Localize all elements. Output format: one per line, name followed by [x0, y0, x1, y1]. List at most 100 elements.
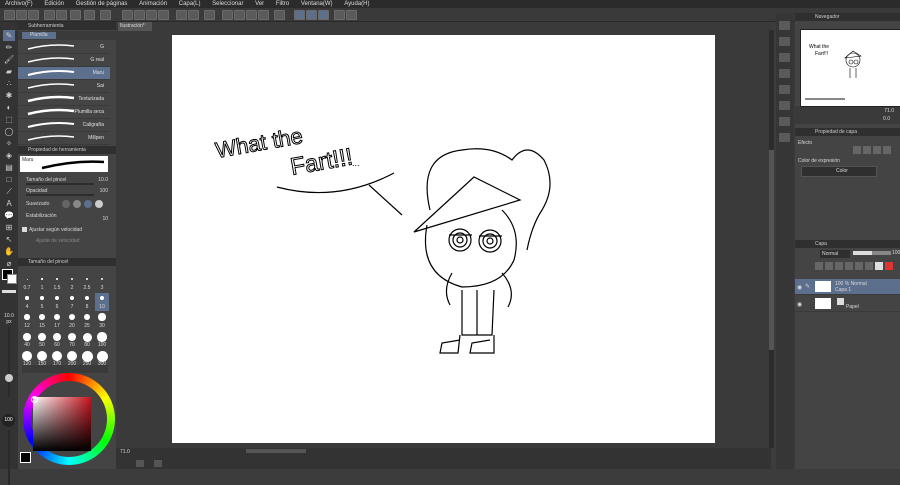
- layer-tool-button[interactable]: [845, 262, 853, 270]
- export-icon[interactable]: [44, 10, 55, 20]
- grid-toggle-icon[interactable]: [346, 10, 357, 20]
- layer-tool-button[interactable]: [875, 262, 883, 270]
- blend-tool-icon[interactable]: ◐: [3, 102, 15, 113]
- material-icon[interactable]: [779, 133, 790, 142]
- transform-icon[interactable]: [204, 10, 215, 20]
- brush-size-cell[interactable]: 4: [20, 293, 34, 311]
- layer-opacity-slider[interactable]: [853, 251, 891, 255]
- material-icon[interactable]: [779, 69, 790, 78]
- size-slider-track[interactable]: [8, 327, 10, 397]
- open-file-icon[interactable]: [16, 10, 27, 20]
- canvas-document[interactable]: What the Fart!!! ...: [172, 35, 715, 443]
- brush-size-cell[interactable]: 1: [35, 274, 49, 292]
- brush-size-row[interactable]: Tamaño del pincel 10.0: [18, 175, 116, 186]
- brush-item[interactable]: G: [18, 41, 110, 54]
- stabilization-row[interactable]: Estabilización 10: [18, 211, 116, 222]
- menu-window[interactable]: Ventana(W): [296, 0, 338, 8]
- effect-button[interactable]: [873, 146, 881, 154]
- brush-size-cell[interactable]: 12: [20, 312, 34, 330]
- brush-size-cell[interactable]: 8: [80, 293, 94, 311]
- transparent-color-icon[interactable]: [2, 290, 16, 293]
- invert-selection-icon[interactable]: [246, 10, 257, 20]
- opacity-row[interactable]: Opacidad 100: [18, 186, 116, 197]
- navigator-thumbnail[interactable]: What the Fart!!!: [800, 29, 900, 107]
- navigator-zoom[interactable]: 71.0: [884, 108, 894, 114]
- delete-layer-button[interactable]: [885, 262, 893, 270]
- effect-button[interactable]: [863, 146, 871, 154]
- layer-opacity-value[interactable]: 100: [892, 250, 900, 256]
- navigator-angle[interactable]: 0.0: [883, 116, 890, 122]
- object-tool-icon[interactable]: ↖: [3, 234, 15, 245]
- eye-icon[interactable]: ◉: [797, 284, 802, 291]
- layer-row[interactable]: ◉ ✎ 100 % Normal Capa 1: [795, 279, 900, 295]
- snap-guide-icon[interactable]: [318, 10, 329, 20]
- pen-tool-icon[interactable]: ✎: [3, 30, 15, 41]
- eraser-tool-icon[interactable]: ▰: [3, 66, 15, 77]
- layer-tool-button[interactable]: [835, 262, 843, 270]
- smoothing-row[interactable]: Suavizado: [18, 197, 116, 211]
- snap-ruler-icon[interactable]: [294, 10, 305, 20]
- brush-size-cell[interactable]: 25: [80, 312, 94, 330]
- decoration-tool-icon[interactable]: ✱: [3, 90, 15, 101]
- delete-icon[interactable]: [158, 10, 169, 20]
- brush-item[interactable]: Sai: [18, 80, 110, 93]
- horizontal-scrollbar[interactable]: [246, 449, 306, 453]
- layer-tool-button[interactable]: [815, 262, 823, 270]
- subtool-group-tab[interactable]: Plumilla: [18, 31, 116, 40]
- material-icon[interactable]: [779, 37, 790, 46]
- brush-size-cell[interactable]: 10: [95, 293, 109, 311]
- brush-size-cell[interactable]: 30: [95, 312, 109, 330]
- redo-icon[interactable]: [188, 10, 199, 20]
- brush-size-cell[interactable]: 1.5: [50, 274, 64, 292]
- menu-edit[interactable]: Edición: [39, 0, 69, 8]
- deselect-icon[interactable]: [234, 10, 245, 20]
- selection-tool-icon[interactable]: ⬚: [3, 114, 15, 125]
- brush-item[interactable]: Plumilla seca: [18, 106, 110, 119]
- material-icon[interactable]: [779, 53, 790, 62]
- menu-select[interactable]: Seleccionar: [207, 0, 248, 8]
- effect-button[interactable]: [853, 146, 861, 154]
- brush-size-cell[interactable]: 7: [65, 293, 79, 311]
- settings-icon[interactable]: [84, 10, 95, 20]
- menu-filter[interactable]: Filtro: [271, 0, 294, 8]
- brush-size-cell[interactable]: 0.7: [20, 274, 34, 292]
- help-icon[interactable]: [100, 10, 111, 20]
- clip-icon[interactable]: [56, 10, 67, 20]
- snap-grid-icon[interactable]: [306, 10, 317, 20]
- copy-icon[interactable]: [122, 10, 133, 20]
- menu-help[interactable]: Ayuda(H): [339, 0, 374, 8]
- airbrush-tool-icon[interactable]: ∴: [3, 78, 15, 89]
- layer-tool-button[interactable]: [855, 262, 863, 270]
- layer-tool-button[interactable]: [825, 262, 833, 270]
- brush-item[interactable]: Texturizada: [18, 93, 110, 106]
- fill-icon[interactable]: [258, 10, 269, 20]
- brush-item[interactable]: Millpen: [18, 132, 110, 145]
- color-panel-tabs[interactable]: [22, 365, 108, 373]
- brush-size-cell[interactable]: 17: [50, 312, 64, 330]
- menu-layer[interactable]: Capa(L): [174, 0, 206, 8]
- brush-size-cell[interactable]: 40: [20, 331, 34, 349]
- brush-size-cell[interactable]: 80: [80, 331, 94, 349]
- smoothing-option[interactable]: [62, 200, 70, 208]
- vertical-scrollbar[interactable]: [769, 30, 774, 448]
- search-icon[interactable]: [779, 21, 790, 30]
- hand-tool-icon[interactable]: ✋: [3, 246, 15, 257]
- layer-sync-icon[interactable]: [334, 10, 345, 20]
- paste-icon[interactable]: [134, 10, 145, 20]
- brush-size-cell[interactable]: 2.5: [80, 274, 94, 292]
- pencil-tool-icon[interactable]: ✏: [3, 42, 15, 53]
- menu-pages[interactable]: Gestión de páginas: [71, 0, 133, 8]
- brush-size-cell[interactable]: 70: [65, 331, 79, 349]
- document-tab[interactable]: Ilustración*: [118, 22, 152, 31]
- cloud-icon[interactable]: [70, 10, 81, 20]
- cut-icon[interactable]: [146, 10, 157, 20]
- brush-size-cell[interactable]: 20: [65, 312, 79, 330]
- eyedropper-tool-icon[interactable]: ⌀: [3, 258, 15, 269]
- brush-size-cell[interactable]: 15: [35, 312, 49, 330]
- material-icon[interactable]: [779, 101, 790, 110]
- balloon-tool-icon[interactable]: 💬: [3, 210, 15, 221]
- opacity-slider-track[interactable]: [8, 430, 10, 485]
- brush-size-cell[interactable]: 60: [50, 331, 64, 349]
- brush-item[interactable]: Maru: [18, 67, 110, 80]
- sub-color-swatch[interactable]: [7, 274, 17, 284]
